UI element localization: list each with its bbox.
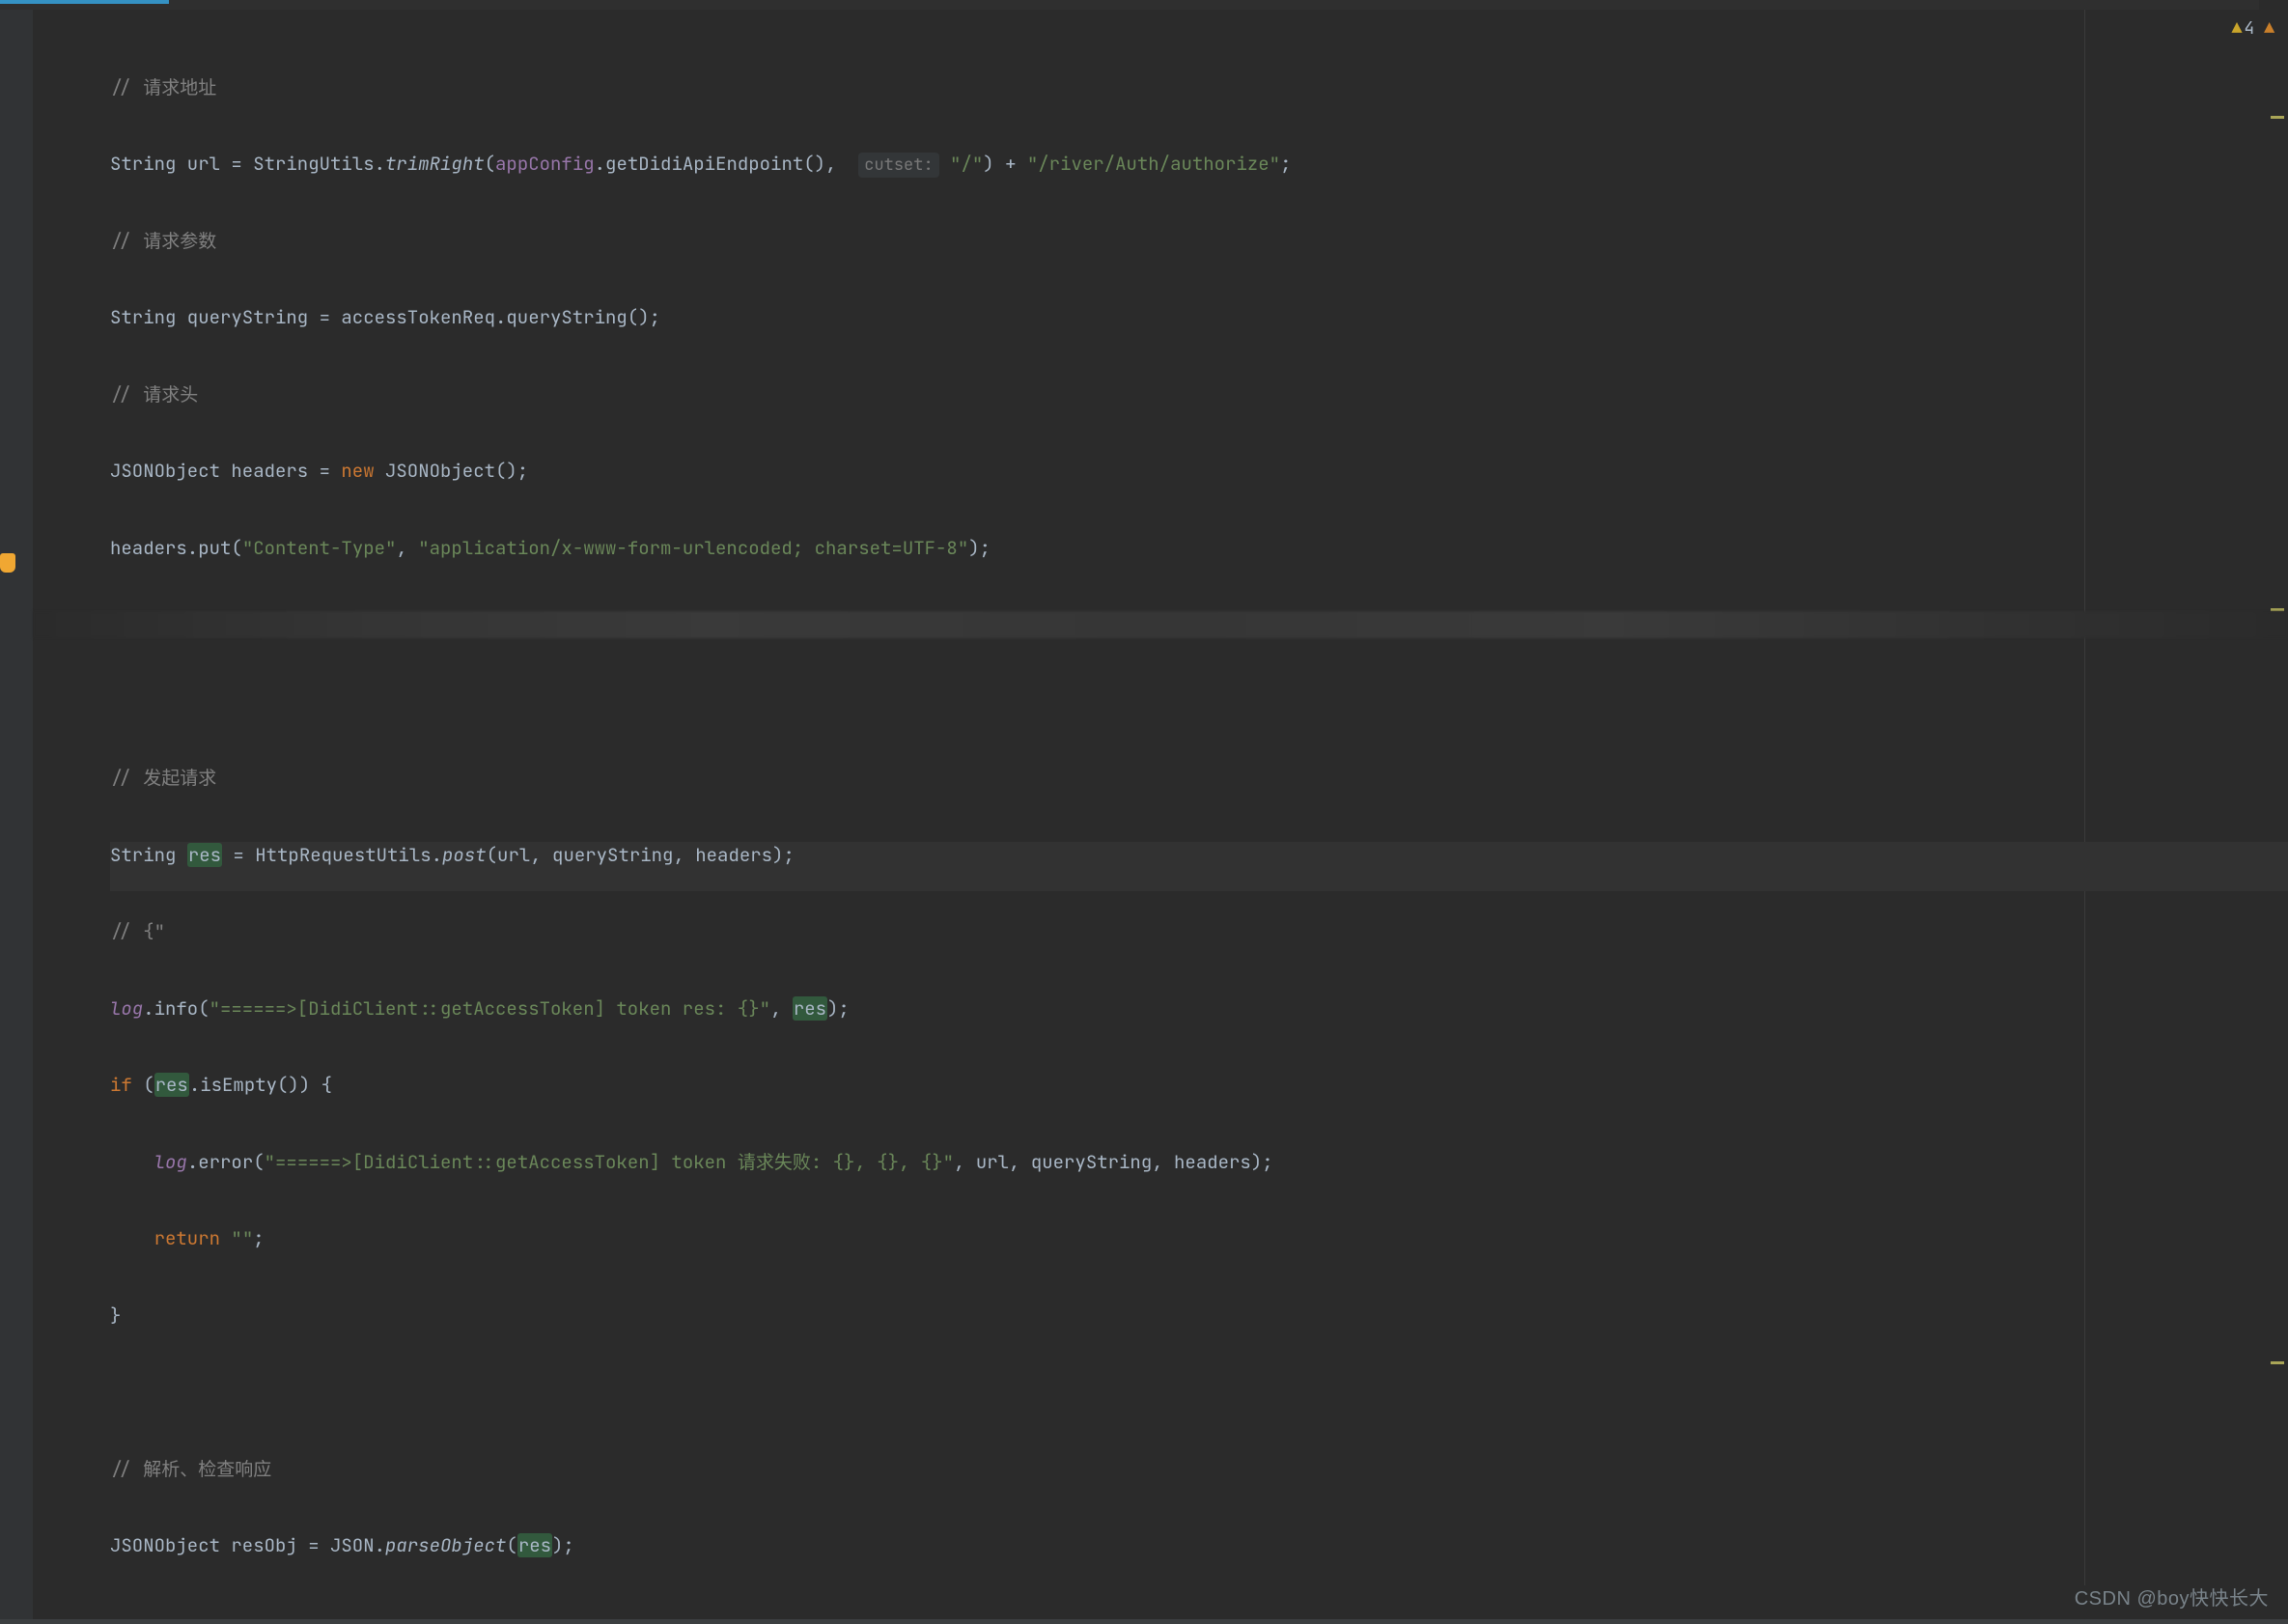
csdn-watermark: CSDN @boy快快长大	[2075, 1585, 2269, 1613]
code-editor-area[interactable]: // 请求地址 String url = StringUtils.trimRig…	[33, 10, 2288, 1585]
comment: // 请求地址	[110, 75, 216, 99]
parameter-hint: cutset:	[858, 153, 938, 178]
ide-status-bar[interactable]	[0, 1619, 2288, 1624]
editor-gutter[interactable]	[0, 10, 33, 1624]
current-line: String res = HttpRequestUtils.post(url, …	[110, 842, 2288, 891]
intention-bulb-icon[interactable]	[0, 553, 15, 573]
editor-top-border	[0, 0, 2288, 10]
redacted-region	[33, 611, 2288, 638]
top-progress-indicator	[0, 0, 169, 4]
ide-editor-frame: ▲4▲ // 请求地址 String url = StringUtils.tri…	[0, 0, 2288, 1624]
